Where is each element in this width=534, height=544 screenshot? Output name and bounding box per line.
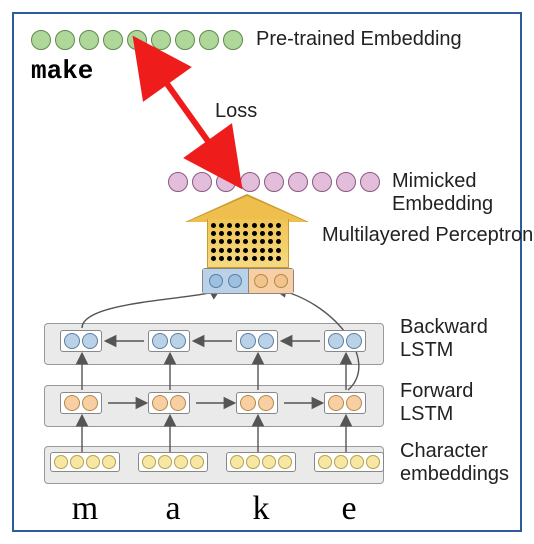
char-1: a <box>138 490 208 528</box>
label-mimicked: Mimicked Embedding <box>392 170 534 216</box>
label-fwd-text: Forward LSTM <box>400 380 473 425</box>
mlp-dot-grid <box>211 223 283 263</box>
char-cell-1 <box>138 452 208 472</box>
char-cell-2 <box>226 452 296 472</box>
char-cell-3 <box>314 452 384 472</box>
label-chars-text: Character embeddings <box>400 440 509 485</box>
fwd-cell-3 <box>324 392 366 414</box>
char-2: k <box>226 490 296 528</box>
label-mlp: Multilayered Perceptron <box>322 224 533 247</box>
bwd-cell-2 <box>236 330 278 352</box>
word-label: make <box>31 56 93 86</box>
label-fwd: Forward LSTM <box>400 380 473 426</box>
mlp-arrow-icon <box>192 196 302 268</box>
diagram-frame: Pre-trained Embedding make Loss Mimicked… <box>0 0 534 544</box>
label-bwd: Backward LSTM <box>400 316 488 362</box>
char-3: e <box>314 490 384 528</box>
bwd-cell-3 <box>324 330 366 352</box>
pretrained-embedding <box>31 30 243 50</box>
label-chars: Character embeddings <box>400 440 509 486</box>
label-bwd-text: Backward LSTM <box>400 316 488 361</box>
char-0: m <box>50 490 120 528</box>
concat-hidden-states <box>202 268 294 294</box>
fwd-cell-1 <box>148 392 190 414</box>
fwd-cell-2 <box>236 392 278 414</box>
label-pretrained: Pre-trained Embedding <box>256 28 462 51</box>
bwd-cell-0 <box>60 330 102 352</box>
label-loss: Loss <box>215 100 257 123</box>
bwd-cell-1 <box>148 330 190 352</box>
char-cell-0 <box>50 452 120 472</box>
mimicked-embedding <box>168 172 380 192</box>
fwd-cell-0 <box>60 392 102 414</box>
